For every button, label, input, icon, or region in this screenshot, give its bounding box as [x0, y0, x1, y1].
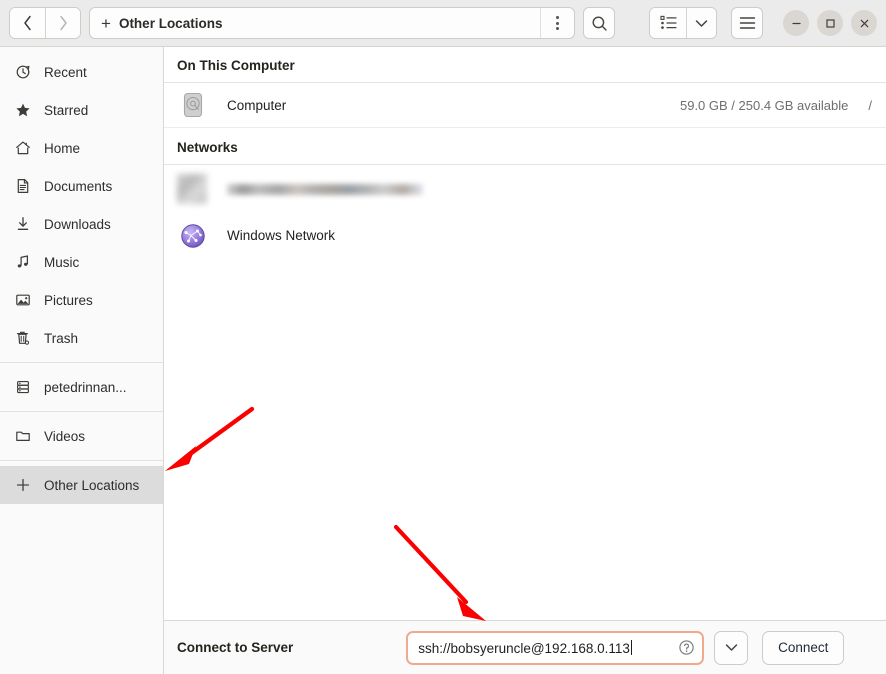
path-bar[interactable]: + Other Locations: [89, 7, 575, 39]
chevron-right-icon: [59, 15, 67, 31]
home-icon: [14, 140, 31, 157]
sidebar-item-videos[interactable]: Videos: [0, 417, 163, 455]
document-icon: [14, 178, 31, 195]
group-header-on-this-computer: On This Computer: [164, 47, 886, 83]
star-icon: [14, 102, 31, 119]
chevron-down-icon: [725, 644, 738, 651]
sidebar-item-label: Trash: [44, 330, 79, 346]
location-row-redacted[interactable]: [164, 165, 886, 213]
window-controls: [783, 10, 877, 36]
sidebar-item-label: Pictures: [44, 292, 93, 308]
location-row-computer[interactable]: Computer 59.0 GB / 250.4 GB available /: [164, 83, 886, 128]
list-view-icon: [659, 15, 677, 29]
sidebar-item-label: Documents: [44, 178, 113, 194]
main-menu-button[interactable]: [731, 7, 763, 39]
back-button[interactable]: [10, 8, 45, 38]
sidebar-item-music[interactable]: Music: [0, 243, 163, 281]
sidebar-item-label: Downloads: [44, 216, 111, 232]
minimize-icon: [791, 22, 801, 24]
sidebar-item-downloads[interactable]: Downloads: [0, 205, 163, 243]
music-note-icon: [14, 254, 31, 271]
redacted-icon: [177, 174, 207, 204]
server-address-field[interactable]: ssh://bobsyeruncle@192.168.0.113: [406, 630, 705, 665]
sidebar-item-trash[interactable]: Trash: [0, 319, 163, 357]
sidebar-item-label: Videos: [44, 428, 86, 444]
harddisk-icon: [177, 89, 209, 121]
sidebar-item-documents[interactable]: Documents: [0, 167, 163, 205]
plus-icon: [14, 477, 31, 494]
hamburger-icon: [739, 17, 755, 29]
list-view-button[interactable]: [650, 8, 686, 38]
close-icon: [860, 19, 868, 27]
sidebar-item-petedrinnan[interactable]: petedrinnan...: [0, 368, 163, 406]
search-icon: [592, 16, 607, 31]
folder-icon: [14, 428, 31, 445]
minimize-button[interactable]: [783, 10, 809, 36]
mount-point: /: [868, 97, 872, 113]
location-name: Windows Network: [227, 228, 336, 243]
page-title: Other Locations: [118, 15, 223, 31]
navigation-button-group: [9, 7, 81, 39]
sidebar-item-starred[interactable]: Starred: [0, 91, 163, 129]
vertical-dots-icon: [556, 16, 559, 30]
connect-button[interactable]: Connect: [762, 630, 845, 665]
sidebar-item-label: Starred: [44, 102, 89, 118]
server-address-value: ssh://bobsyeruncle@192.168.0.113: [418, 639, 632, 656]
connect-to-server-bar: Connect to Server ssh://bobsyeruncle@192…: [164, 620, 886, 674]
location-name: Computer: [227, 97, 287, 113]
sidebar-divider: [0, 362, 163, 363]
sidebar-item-label: petedrinnan...: [44, 379, 127, 395]
network-globe-icon: [177, 220, 209, 252]
disk-space-available: 59.0 GB / 250.4 GB available: [679, 97, 849, 113]
location-row-windows-network[interactable]: Windows Network: [164, 213, 886, 258]
file-manager-window: + Other Locations Recent Starred Home Do…: [0, 0, 886, 674]
sidebar-item-label: Other Locations: [44, 477, 140, 493]
maximize-button[interactable]: [817, 10, 843, 36]
sidebar-item-label: Home: [44, 140, 81, 156]
path-menu-button[interactable]: [540, 8, 574, 38]
plus-icon: +: [101, 13, 111, 33]
sidebar-item-home[interactable]: Home: [0, 129, 163, 167]
sidebar: Recent Starred Home Documents Downloads …: [0, 47, 164, 674]
view-options-button[interactable]: [686, 8, 716, 38]
sidebar-item-other-locations[interactable]: Other Locations: [0, 466, 163, 504]
download-icon: [14, 216, 31, 233]
sidebar-divider: [0, 460, 163, 461]
locations-list: On This Computer Computer 59.0 GB / 250.…: [164, 47, 886, 620]
close-button[interactable]: [851, 10, 877, 36]
window-body: Recent Starred Home Documents Downloads …: [0, 47, 886, 674]
picture-icon: [14, 292, 31, 309]
chevron-down-icon: [695, 19, 708, 27]
maximize-icon: [825, 18, 835, 28]
trash-icon: [14, 330, 31, 347]
chevron-left-icon: [24, 15, 31, 31]
view-mode-group: [649, 7, 717, 39]
redacted-label: [227, 183, 423, 195]
sidebar-item-label: Music: [44, 254, 80, 270]
group-header-networks: Networks: [164, 128, 886, 165]
text-caret: [630, 639, 632, 655]
drive-icon: [14, 379, 31, 396]
help-circle-icon[interactable]: [678, 639, 695, 656]
header-bar: + Other Locations: [0, 0, 886, 47]
sidebar-divider: [0, 411, 163, 412]
location-meta: 59.0 GB / 250.4 GB available /: [680, 98, 872, 113]
sidebar-item-recent[interactable]: Recent: [0, 53, 163, 91]
search-button[interactable]: [583, 7, 615, 39]
main-panel: On This Computer Computer 59.0 GB / 250.…: [164, 47, 886, 674]
connect-to-server-label: Connect to Server: [177, 640, 294, 655]
forward-button[interactable]: [45, 8, 80, 38]
sidebar-item-label: Recent: [44, 64, 87, 80]
sidebar-item-pictures[interactable]: Pictures: [0, 281, 163, 319]
clock-icon: [14, 64, 31, 81]
server-history-dropdown[interactable]: [714, 630, 749, 665]
